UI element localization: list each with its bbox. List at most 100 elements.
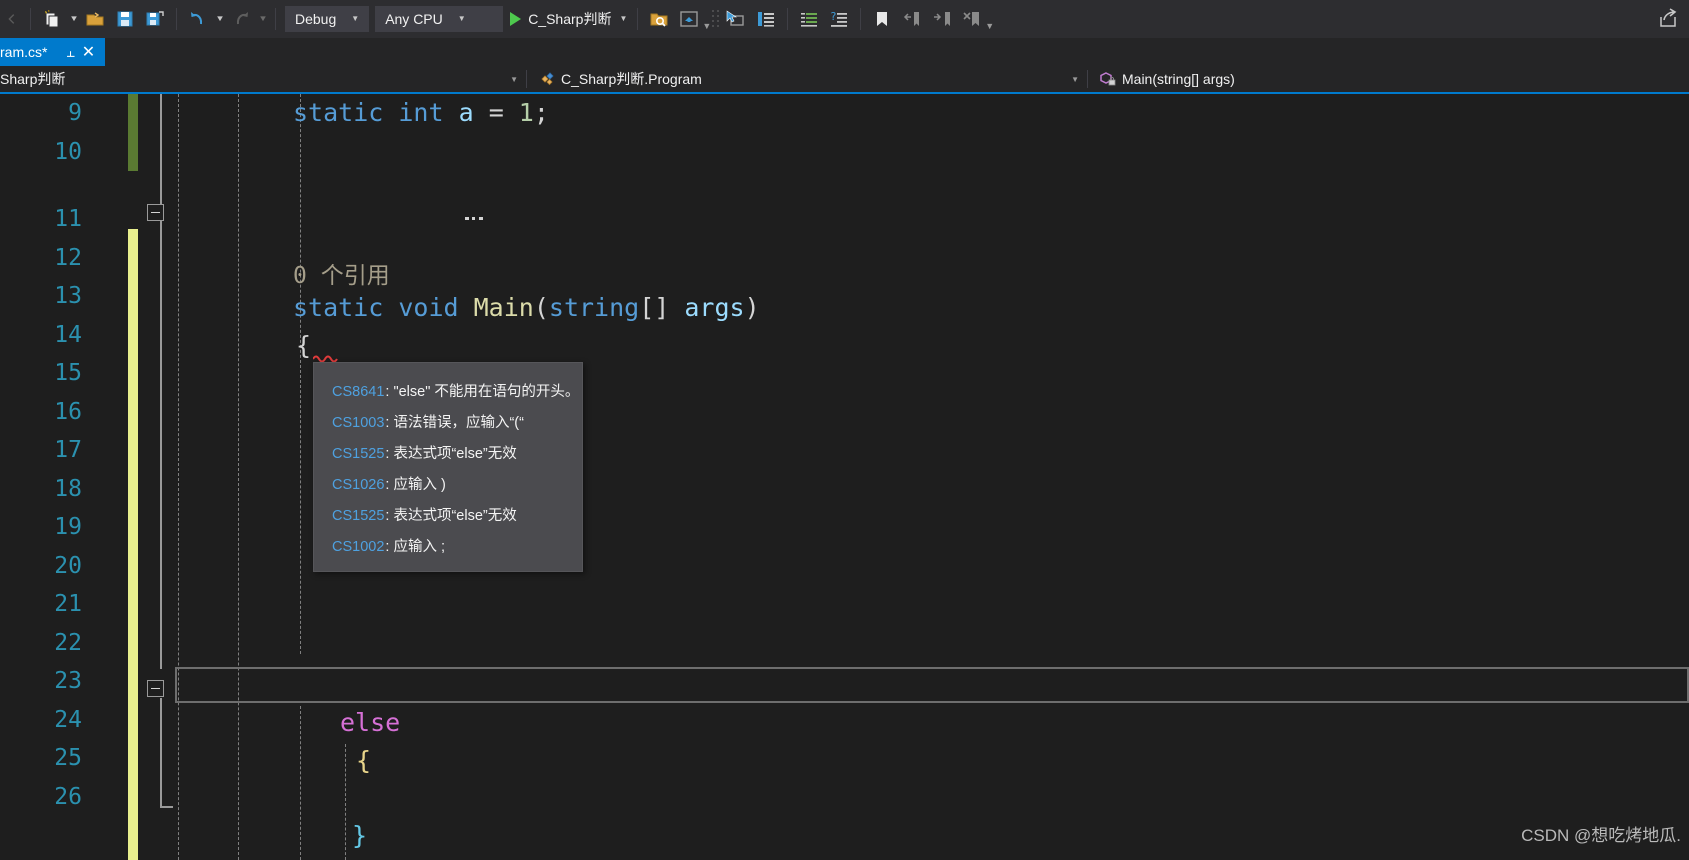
quick-action-dots-icon[interactable] — [465, 217, 483, 220]
clear-bookmarks-icon[interactable] — [958, 6, 986, 32]
uncomment-lines-icon[interactable]: ? — [825, 6, 853, 32]
line-number: 17 — [54, 437, 82, 463]
line-number: 11 — [54, 206, 82, 232]
new-item-icon[interactable] — [38, 6, 66, 32]
open-file-icon[interactable] — [81, 6, 109, 32]
collapse-region-button-else[interactable] — [147, 680, 164, 697]
change-bar-unsaved — [128, 229, 138, 860]
error-message: : 表达式项“else”无效 — [385, 446, 517, 462]
error-message: : 表达式项“else”无效 — [385, 508, 517, 524]
toolbar-divider — [176, 7, 177, 30]
preview-window-icon[interactable] — [675, 6, 703, 32]
line-number: 12 — [54, 244, 82, 271]
code-line-11[interactable]: static void Main(string[] args) — [293, 289, 760, 328]
outline-vertical-line — [160, 221, 162, 669]
line-number: 13 — [54, 283, 82, 309]
navbar-type-label: C_Sharp判断.Program — [561, 71, 702, 87]
outline-end-tick — [160, 806, 173, 808]
line-number: 26 — [54, 783, 82, 810]
collapse-region-button-main[interactable] — [147, 204, 164, 221]
redo-icon[interactable] — [227, 6, 255, 32]
error-code: CS1002 — [332, 539, 385, 555]
preview-dropdown-caret[interactable] — [702, 21, 711, 31]
new-item-dropdown-caret[interactable] — [67, 6, 80, 32]
line-number: 16 — [54, 398, 82, 425]
error-item: CS1525 : 表达式项“else”无效 — [314, 499, 582, 530]
line-number: 20 — [54, 552, 82, 579]
chevron-down-icon[interactable] — [510, 75, 518, 84]
error-item: CS1026 : 应输入 ) — [314, 468, 582, 499]
line-number: 25 — [54, 745, 82, 771]
toolbar-overflow-dots[interactable] — [711, 8, 721, 30]
close-tab-icon[interactable]: ✕ — [79, 42, 97, 62]
collapsed-region-outline[interactable] — [175, 667, 1689, 703]
error-message: : 应输入 ; — [385, 539, 446, 555]
toolbar-divider — [275, 7, 276, 30]
share-screenshot-icon[interactable] — [1655, 6, 1681, 32]
code-line-12[interactable]: { — [296, 327, 311, 366]
navbar-project-dropdown[interactable]: Sharp判断 — [0, 66, 526, 92]
line-number: 15 — [54, 360, 82, 386]
method-private-icon — [1098, 71, 1118, 87]
toolbar-group-navigation — [0, 0, 37, 38]
code-editor-surface[interactable]: 9 10 11 12 13 14 15 16 17 18 19 20 21 22… — [0, 94, 1689, 860]
navbar-member-dropdown[interactable]: Main(string[] args) — [1088, 66, 1689, 92]
line-number: 9 — [68, 100, 82, 126]
solution-configuration-combo[interactable]: Debug — [285, 5, 370, 32]
toolbar-group-file — [37, 0, 183, 38]
previous-bookmark-icon[interactable] — [898, 6, 926, 32]
outline-vertical-line — [160, 698, 162, 808]
navbar-project-label: Sharp判断 — [0, 71, 66, 87]
toolbar-divider — [637, 7, 639, 30]
error-code: CS1026 — [332, 477, 385, 493]
navbar-type-dropdown[interactable]: C_Sharp判断.Program — [527, 66, 1087, 92]
error-item: CS8641 : "else" 不能用在语句的开头。 — [314, 375, 582, 406]
back-nav-icon[interactable] — [1, 6, 23, 32]
find-in-files-icon[interactable] — [645, 6, 673, 32]
tab-program-cs[interactable]: ram.cs* ⫠ ✕ — [0, 38, 106, 66]
error-item: CS1002 : 应输入 ; — [314, 530, 582, 561]
start-debugging-button[interactable]: C_Sharp判断 — [506, 6, 631, 32]
line-number: 21 — [54, 591, 82, 617]
start-debugging-label: C_Sharp判断 — [528, 10, 612, 27]
chevron-down-icon[interactable] — [1071, 75, 1079, 84]
bookmark-overflow-caret[interactable] — [985, 21, 994, 31]
pin-tab-icon[interactable]: ⫠ — [61, 42, 79, 62]
redo-dropdown-caret[interactable] — [256, 6, 269, 32]
code-line-22[interactable]: else — [340, 704, 400, 743]
line-number: 24 — [54, 706, 82, 733]
error-code: CS1003 — [332, 415, 385, 431]
code-line-25[interactable]: } — [352, 817, 367, 856]
error-message: : 应输入 ) — [385, 477, 446, 493]
toolbar-group-undo-redo — [183, 0, 282, 38]
error-code: CS8641 — [332, 384, 385, 400]
chevron-down-icon[interactable] — [453, 14, 471, 23]
comment-lines-icon[interactable] — [795, 6, 823, 32]
line-number: 22 — [54, 629, 82, 656]
error-message: : 语法错误，应输入“(“ — [385, 415, 524, 431]
toggle-bookmark-icon[interactable] — [868, 6, 896, 32]
tab-title: ram.cs* — [0, 44, 48, 60]
next-bookmark-icon[interactable] — [928, 6, 956, 32]
code-line-9[interactable]: static int a = 1; — [293, 94, 549, 133]
save-icon[interactable] — [111, 6, 139, 32]
toolbar-divider — [787, 7, 789, 30]
editor-navigation-bar: Sharp判断 C_Sharp判断.Program Main(string[] … — [0, 66, 1689, 94]
line-number: 19 — [54, 514, 82, 540]
code-line-23[interactable]: { — [356, 742, 371, 781]
document-tab-strip: ram.cs* ⫠ ✕ — [0, 38, 1689, 66]
navbar-member-label: Main(string[] args) — [1122, 71, 1235, 87]
solution-configuration-label: Debug — [295, 10, 337, 27]
undo-dropdown-caret[interactable] — [213, 6, 226, 32]
properties-window-icon[interactable] — [752, 6, 780, 32]
undo-icon[interactable] — [184, 6, 212, 32]
solution-platform-label: Any CPU — [385, 10, 443, 27]
select-element-icon[interactable] — [722, 6, 750, 32]
solution-platform-combo[interactable]: Any CPU — [375, 5, 504, 32]
codelens-reference-count[interactable]: 0 个引用 — [293, 256, 390, 290]
save-all-icon[interactable] — [141, 6, 169, 32]
chevron-down-icon[interactable] — [619, 14, 627, 23]
chevron-down-icon[interactable] — [346, 14, 364, 23]
error-code: CS1525 — [332, 446, 385, 462]
error-code: CS1525 — [332, 508, 385, 524]
